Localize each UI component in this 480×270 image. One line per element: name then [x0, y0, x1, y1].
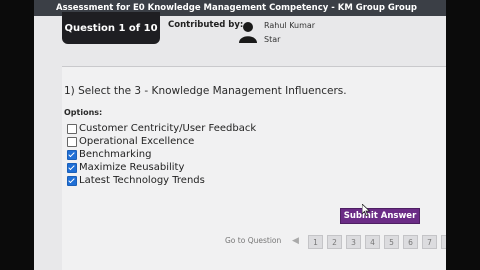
go-to-question-label: Go to Question	[225, 236, 282, 245]
question-pager: 1 2 3 4 5 6 7 8 9 10	[308, 235, 446, 249]
submit-answer-button[interactable]: Submit Answer	[340, 208, 420, 224]
page-button-5[interactable]: 5	[384, 235, 399, 249]
page-button-4[interactable]: 4	[365, 235, 380, 249]
contributor-name: Rahul Kumar	[264, 21, 316, 30]
option-label: Maximize Reusability	[79, 162, 185, 173]
option-label: Latest Technology Trends	[79, 175, 205, 186]
page-button-7[interactable]: 7	[422, 235, 437, 249]
option-label: Operational Excellence	[79, 136, 195, 147]
options-label: Options:	[64, 108, 103, 117]
option-checkbox[interactable]	[67, 175, 77, 186]
question-panel: 1) Select the 3 - Knowledge Management I…	[62, 66, 446, 270]
user-silhouette-icon	[239, 22, 257, 43]
contributor-role: Star	[264, 35, 281, 44]
mouse-cursor-icon	[362, 204, 370, 216]
page-button-6[interactable]: 6	[403, 235, 418, 249]
option-checkbox[interactable]	[67, 162, 77, 173]
question-text: 1) Select the 3 - Knowledge Management I…	[64, 85, 347, 97]
contributed-by-label: Contributed by:	[168, 20, 244, 30]
option-item[interactable]: Operational Excellence	[67, 135, 256, 148]
options-list: Customer Centricity/User Feedback Operat…	[67, 122, 256, 187]
question-counter-tab: Question 1 of 10	[62, 12, 160, 44]
option-label: Benchmarking	[79, 149, 152, 160]
option-checkbox[interactable]	[67, 136, 77, 147]
option-checkbox[interactable]	[67, 123, 77, 134]
option-item[interactable]: Benchmarking	[67, 148, 256, 161]
page-button-2[interactable]: 2	[327, 235, 342, 249]
option-checkbox[interactable]	[67, 149, 77, 160]
page-button-8[interactable]: 8	[441, 235, 446, 249]
option-item[interactable]: Latest Technology Trends	[67, 174, 256, 187]
option-item[interactable]: Maximize Reusability	[67, 161, 256, 174]
option-item[interactable]: Customer Centricity/User Feedback	[67, 122, 256, 135]
option-label: Customer Centricity/User Feedback	[79, 123, 257, 134]
page-button-3[interactable]: 3	[346, 235, 361, 249]
page-button-1[interactable]: 1	[308, 235, 323, 249]
prev-arrow-icon[interactable]: ◀	[292, 236, 299, 246]
browser-screen: Assessment for E0 Knowledge Management C…	[34, 0, 446, 270]
